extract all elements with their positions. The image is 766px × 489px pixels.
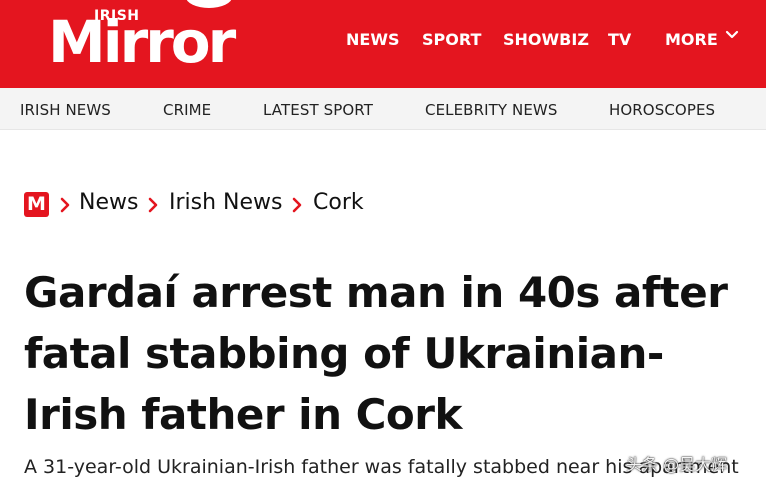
logo-mirror-text: Mirror bbox=[48, 8, 236, 76]
nav-showbiz[interactable]: SHOWBIZ bbox=[503, 30, 589, 49]
main-nav: NEWS SPORT SHOWBIZ TV MORE bbox=[346, 0, 756, 88]
irish-mirror-logo[interactable]: IRISH Mirror bbox=[48, 0, 278, 88]
breadcrumb-irish-news[interactable]: Irish News bbox=[169, 190, 283, 215]
watermark: 头条 @吴大辉 bbox=[626, 455, 728, 474]
breadcrumb-cork[interactable]: Cork bbox=[313, 190, 364, 215]
subnav-horoscopes[interactable]: HOROSCOPES bbox=[609, 101, 715, 119]
top-header: IRISH Mirror NEWS SPORT SHOWBIZ TV MORE bbox=[0, 0, 766, 88]
breadcrumb-news[interactable]: News bbox=[79, 190, 138, 215]
mirror-m-letter: M bbox=[27, 193, 46, 215]
subnav-crime[interactable]: CRIME bbox=[163, 101, 211, 119]
subnav-latest-sport[interactable]: LATEST SPORT bbox=[263, 101, 373, 119]
chevron-right-icon bbox=[292, 197, 302, 213]
logo-accent-shape bbox=[186, 0, 232, 8]
mirror-m-icon[interactable]: M bbox=[24, 192, 49, 217]
subnav-celebrity-news[interactable]: CELEBRITY NEWS bbox=[425, 101, 557, 119]
chevron-down-icon[interactable] bbox=[725, 28, 739, 42]
chevron-right-icon bbox=[148, 197, 158, 213]
breadcrumb: M News Irish News Cork bbox=[24, 190, 724, 220]
nav-sport[interactable]: SPORT bbox=[422, 30, 481, 49]
nav-news[interactable]: NEWS bbox=[346, 30, 400, 49]
subnav-irish-news[interactable]: IRISH NEWS bbox=[20, 101, 111, 119]
nav-tv[interactable]: TV bbox=[608, 30, 631, 49]
chevron-right-icon bbox=[60, 197, 70, 213]
article-headline: Gardaí arrest man in 40s after fatal sta… bbox=[24, 268, 728, 439]
nav-more[interactable]: MORE bbox=[665, 30, 718, 49]
secondary-nav: IRISH NEWS CRIME LATEST SPORT CELEBRITY … bbox=[0, 88, 766, 130]
